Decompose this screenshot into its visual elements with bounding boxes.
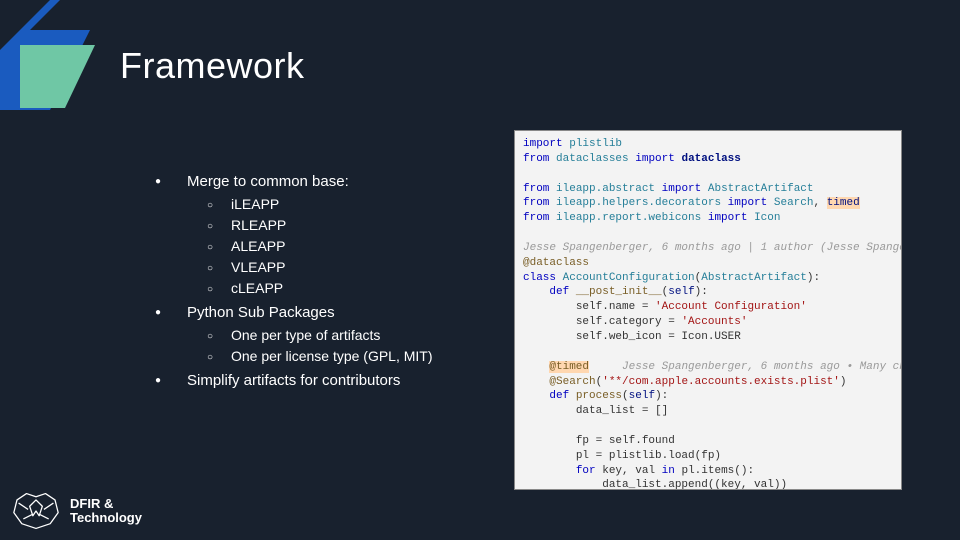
sub-bullet: VLEAPP <box>207 257 495 278</box>
bullet-text: Merge to common base: <box>187 173 349 190</box>
sub-bullet: ALEAPP <box>207 236 495 257</box>
brand-text: DFIR & Technology <box>70 497 142 526</box>
sub-bullet: cLEAPP <box>207 278 495 299</box>
bullet-text: Python Sub Packages <box>187 304 335 321</box>
bullet-item: Merge to common base: iLEAPP RLEAPP ALEA… <box>155 170 495 299</box>
bullet-list: Merge to common base: iLEAPP RLEAPP ALEA… <box>155 170 495 395</box>
bullet-text: Simplify artifacts for contributors <box>187 372 400 389</box>
sub-bullet: One per type of artifacts <box>207 325 495 346</box>
sub-bullet: One per license type (GPL, MIT) <box>207 346 495 367</box>
bullet-item: Simplify artifacts for contributors <box>155 369 495 393</box>
slide-title: Framework <box>120 45 305 87</box>
eagle-icon <box>10 492 62 530</box>
sub-bullet: iLEAPP <box>207 194 495 215</box>
bullet-item: Python Sub Packages One per type of arti… <box>155 301 495 367</box>
sub-bullet: RLEAPP <box>207 215 495 236</box>
brand-footer: DFIR & Technology <box>10 492 142 530</box>
code-screenshot: import plistlib from dataclasses import … <box>514 130 902 490</box>
corner-accent <box>0 0 120 120</box>
